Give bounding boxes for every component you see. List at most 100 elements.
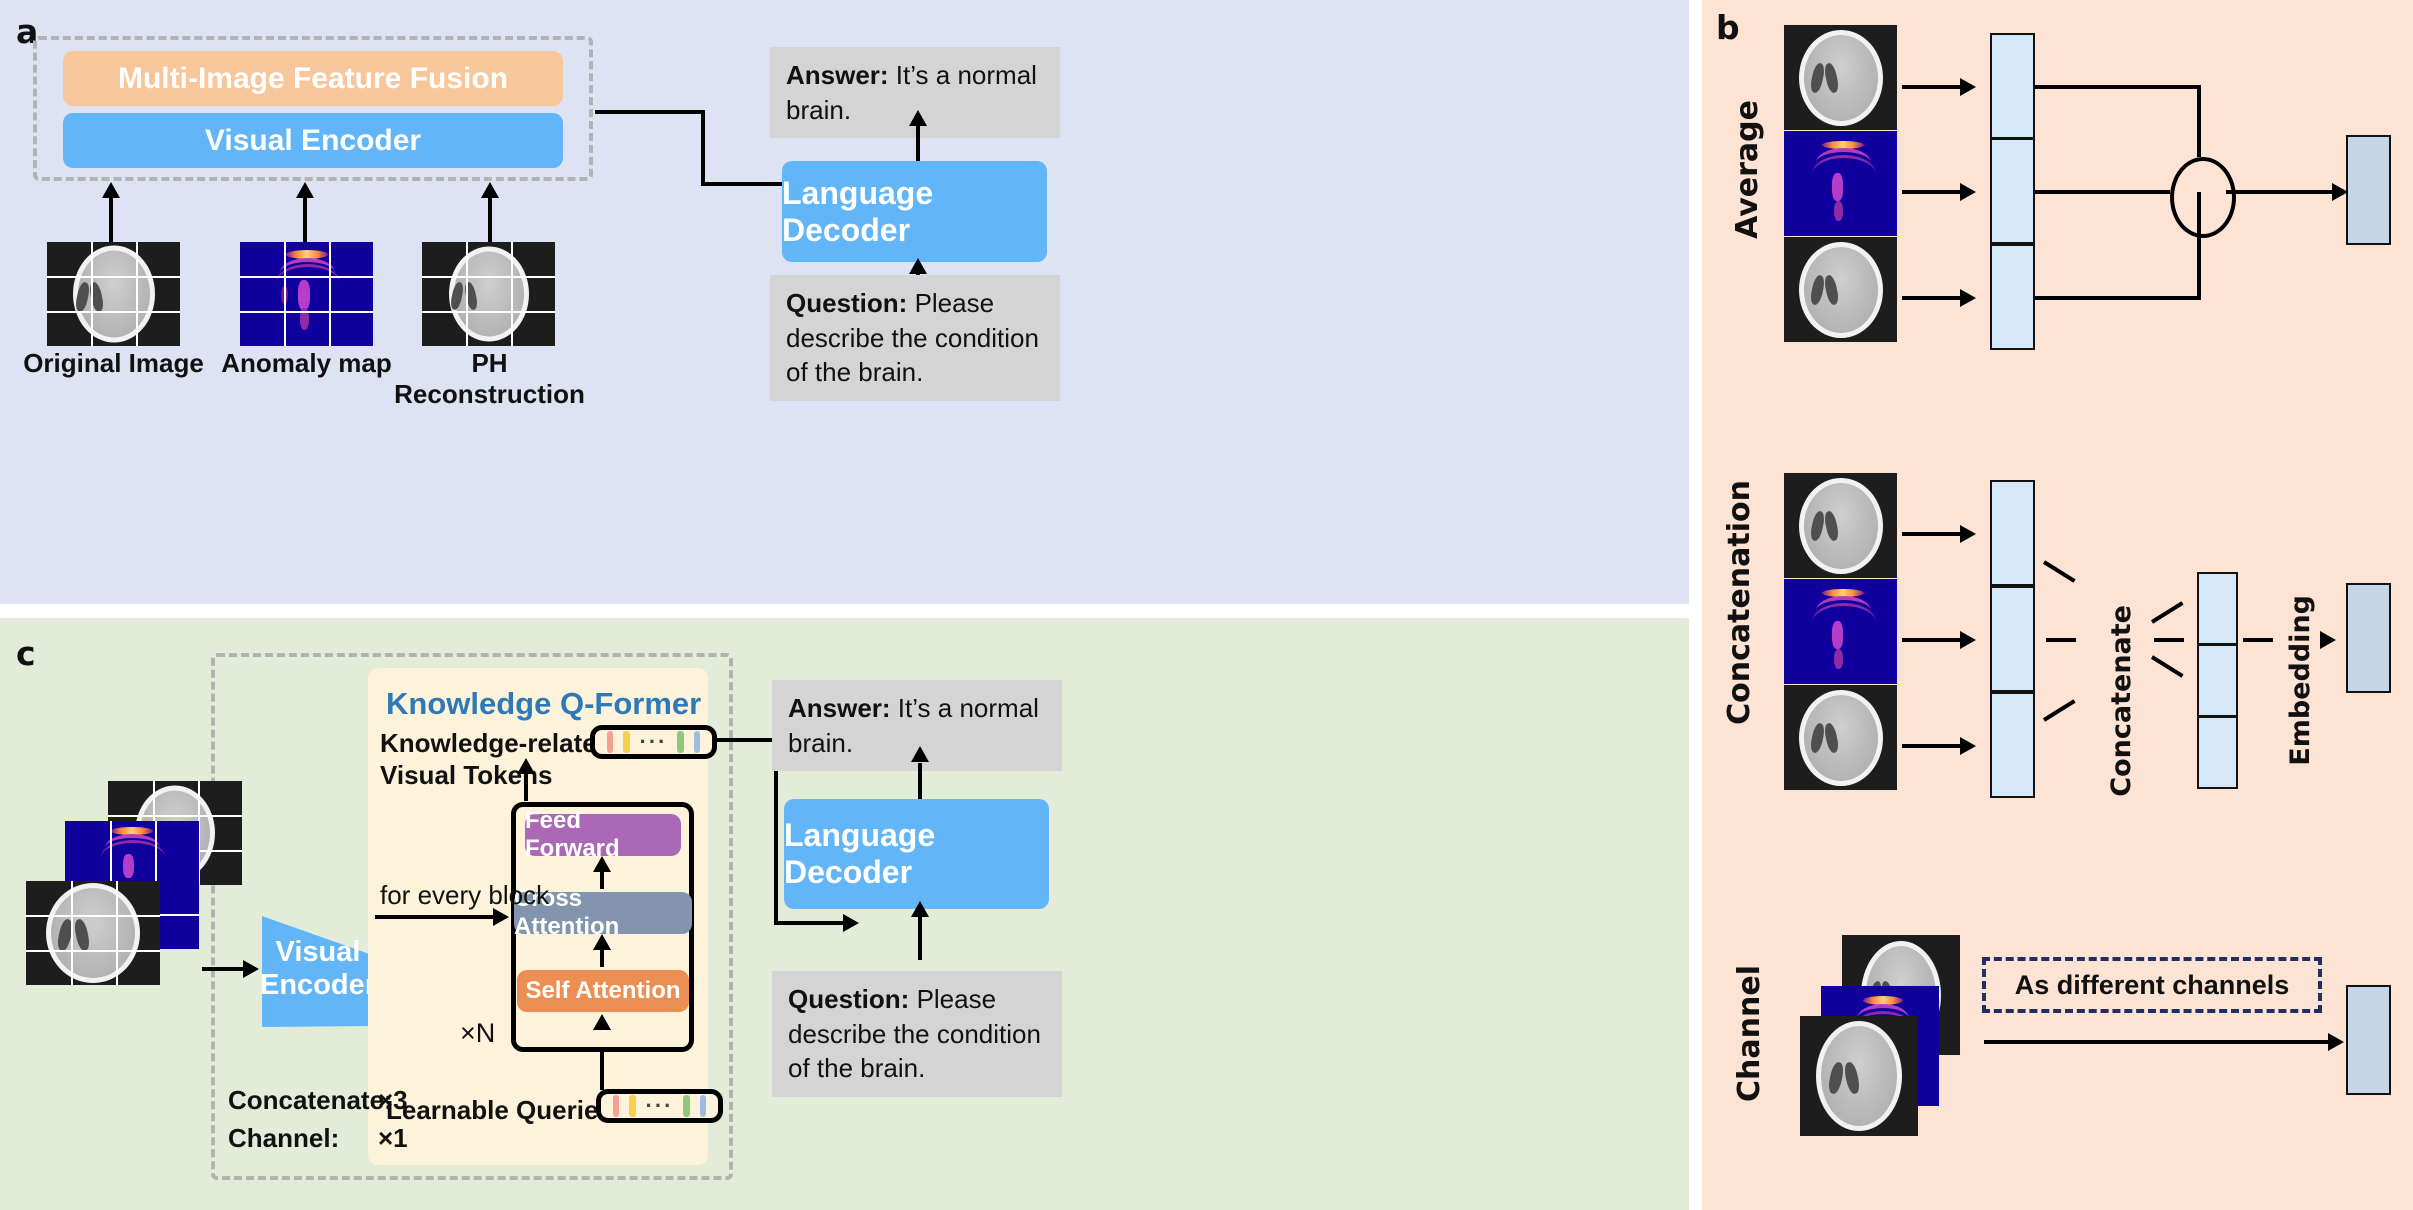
arrow-average-3 [1902,296,1964,300]
arrow-shaft-decoder-to-answer-c [918,763,922,799]
learnable-queries-strip[interactable]: ··· [596,1089,723,1123]
answer-prefix-a: Answer: [786,60,889,90]
question-box-c: Question: Please describe the condition … [772,971,1062,1097]
token-swatch-3 [677,731,684,753]
stacked-input-anomaly-tail [158,881,199,949]
arrow-head-question-to-decoder [909,258,927,274]
token-swatch-2 [623,731,630,753]
arrow-head-queries-to-sa [593,1014,611,1030]
arrow-head-average-3 [1960,289,1976,307]
token-swatch-1 [607,731,614,753]
question-box-a: Question: Please describe the condition … [770,275,1060,401]
answer-prefix-c: Answer: [788,693,891,723]
panel-a: a Multi-Image Feature Fusion Visual Enco… [0,0,1689,604]
row-label-channel: Channel [1732,965,1767,1102]
caption-original-image: Original Image [23,348,204,378]
merge-line-bot [2035,296,2201,300]
arrow-concat-3 [1902,744,1964,748]
panel-c: c Visual Encoder Knowledge Q-Former Know… [0,618,1689,1210]
arrow-head-sa-to-ca [593,934,611,950]
arrow-head-ff-to-tokens [517,758,535,774]
knowledge-qformer-title: Knowledge Q-Former [386,686,702,721]
setting-channel-value: ×1 [378,1123,408,1153]
channel-input-mri-front [1800,1016,1918,1136]
concatenated-bar-segment-2 [2197,644,2238,717]
panel-c-label: c [16,634,36,673]
panel-b-label: b [1716,8,1740,47]
concat-tick-2a [2046,638,2076,642]
arrow-concat-2 [1902,638,1964,642]
arrow-shaft-question-to-decoder-c [918,914,922,960]
arrow-head-ph [481,182,499,198]
query-ellipsis: ··· [645,1093,674,1118]
arrow-queries-to-sa [600,1052,604,1090]
average-input-mri-1 [1784,25,1897,130]
connector-encoder-to-decoder-top [595,110,705,114]
multi-image-feature-fusion-block[interactable]: Multi-Image Feature Fusion [63,51,563,106]
concatenated-bar-segment-1 [2197,572,2238,645]
original-image-thumbnail [47,242,180,346]
token-swatch-4 [693,731,700,753]
arrow-head-average-2 [1960,183,1976,201]
connector-encoder-to-decoder-vert [701,110,705,184]
question-prefix-c: Question: [788,984,910,1014]
concat-tick-1a [2042,560,2076,583]
embedding-operator-label: Embedding [2285,595,2316,766]
arrow-concat-1 [1902,532,1964,536]
connector-tokens-right [716,738,778,742]
arrow-head-decoder-to-answer-c [911,746,929,762]
query-swatch-2 [629,1095,636,1117]
arrow-plus-to-embedding [2226,190,2336,194]
language-decoder-block-c[interactable]: Language Decoder [784,799,1049,909]
average-input-anomaly [1784,131,1897,236]
average-feature-bar-1 [1990,33,2035,139]
row-label-average: Average [1730,100,1765,239]
concat-feature-bar-3 [1990,692,2035,798]
concat-feature-bar-1 [1990,480,2035,586]
concat-output-embedding-bar [2346,583,2391,693]
language-decoder-block-a[interactable]: Language Decoder [782,161,1047,262]
knowledge-tokens-label-line1: Knowledge-related [380,728,613,758]
visual-encoder-block[interactable]: Visual Encoder [63,113,563,168]
self-attention-block[interactable]: Self Attention [517,970,689,1012]
repeat-n-label: ×N [460,1018,496,1048]
channel-output-embedding-bar [2346,985,2391,1095]
arrow-for-every-block [375,915,497,919]
visual-encoder-trapezoid-c[interactable] [260,914,377,1029]
arrow-input-to-encoder-c [202,967,248,971]
arrow-average-1 [1902,85,1964,89]
concat-feature-bar-2 [1990,586,2035,692]
setting-channel-name: Channel: [228,1123,340,1153]
average-feature-bar-3 [1990,244,2035,350]
average-feature-bar-2 [1990,138,2035,244]
for-every-block-label: for every block [380,880,550,910]
merge-line-mid [2035,190,2170,194]
concat-out-tick [2243,638,2273,642]
query-swatch-3 [683,1095,690,1117]
feed-forward-block[interactable]: Feed Forward [525,807,681,862]
arrow-head-input-to-encoder-c [243,960,259,978]
panel-b: b Average Concatenation Concatenate Embe… [1702,0,2413,1210]
average-output-embedding-bar [2346,135,2391,245]
concat-tick-1b [2150,655,2184,678]
knowledge-visual-tokens-strip[interactable]: ··· [590,725,717,759]
arrow-shaft-decoder-to-answer [916,125,920,161]
caption-anomaly-map: Anomaly map [221,348,392,378]
arrow-head-anomaly [296,182,314,198]
arrow-head-ca-to-ff [593,856,611,872]
anomaly-map-thumbnail [240,242,373,346]
setting-concatenate-value: ×3 [378,1085,408,1115]
concatenate-operator-label: Concatenate [2106,605,2137,797]
concat-tick-3b [2150,601,2184,624]
concat-input-anomaly [1784,579,1897,684]
arrow-head-average-1 [1960,78,1976,96]
merge-line-top [2035,85,2201,89]
arrow-head-channel-to-embedding [2328,1033,2344,1051]
arrow-head-concat-3 [1960,737,1976,755]
token-ellipsis-out: ··· [639,729,668,754]
concatenated-bar-segment-3 [2197,716,2238,789]
learnable-queries-label: Learnable Queries [386,1095,613,1125]
arrow-head-question-to-decoder-c [911,901,929,917]
arrow-head-to-embedding-bar [2320,631,2336,649]
arrow-shaft-original [109,196,113,246]
